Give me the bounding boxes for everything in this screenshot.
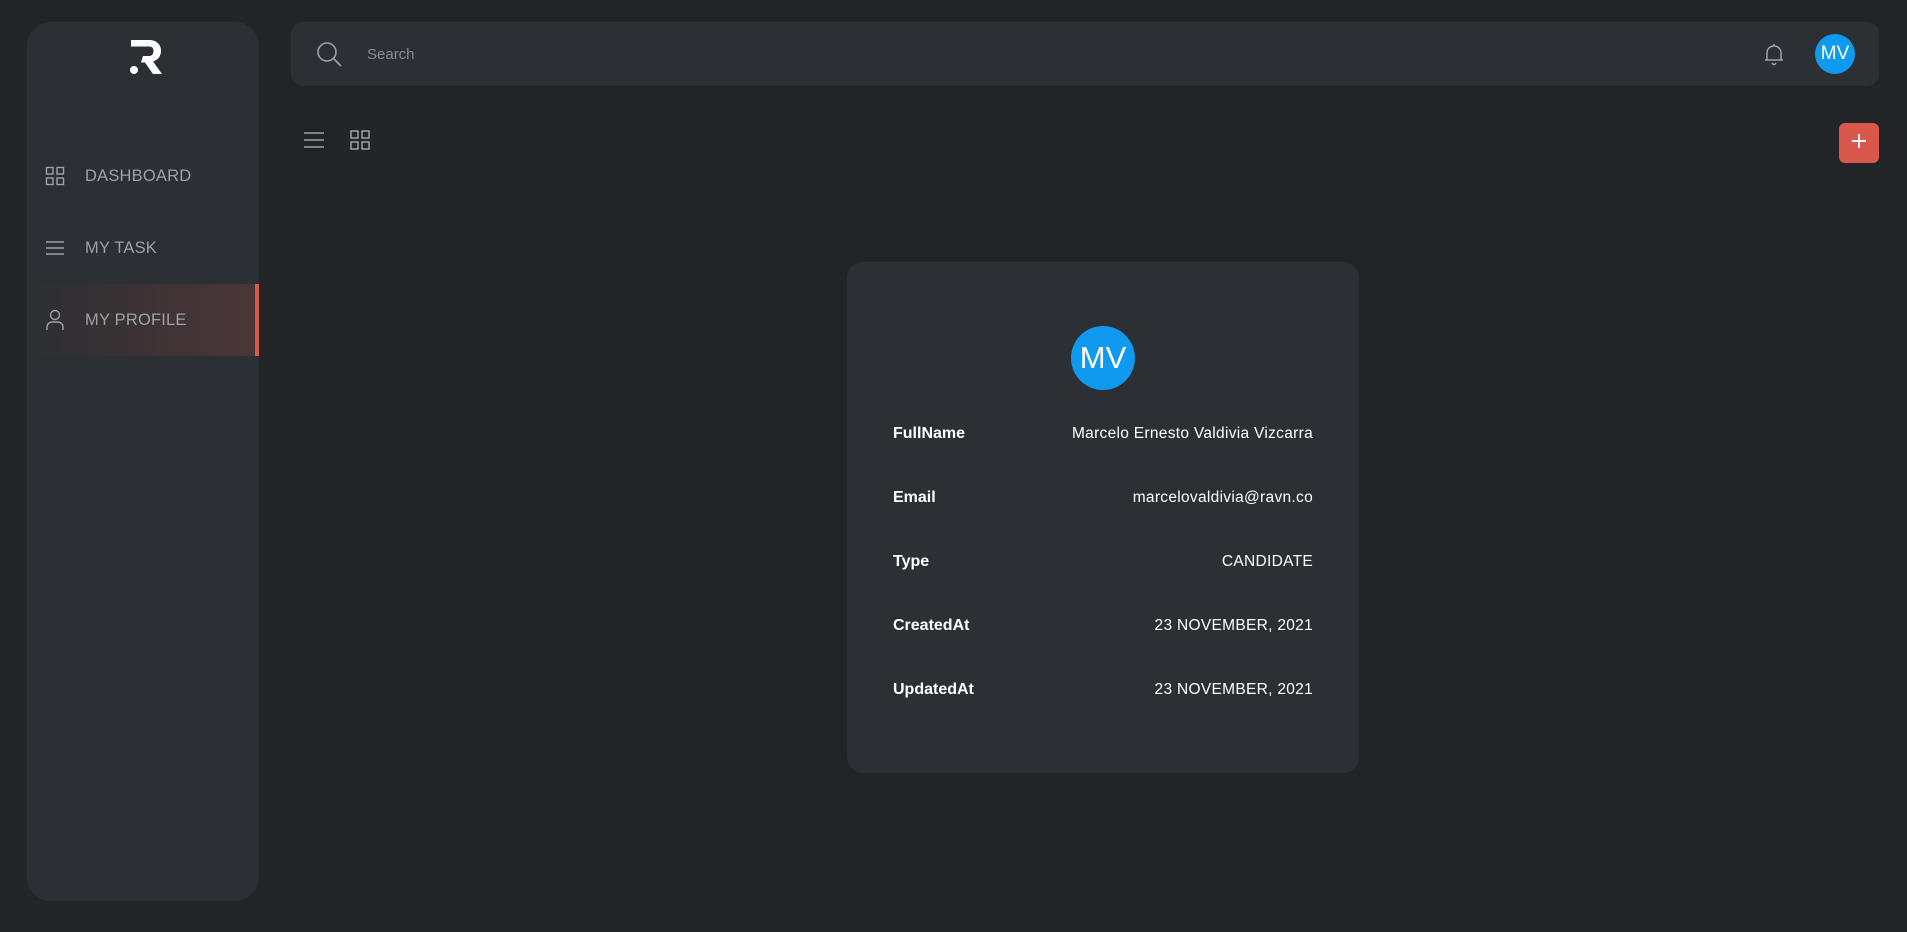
user-icon xyxy=(43,308,67,332)
field-value: 23 NOVEMBER, 2021 xyxy=(1154,681,1313,698)
sidebar: DASHBOARD MY TASK MY PROFILE xyxy=(27,22,259,901)
profile-row-created-at: CreatedAt 23 NOVEMBER, 2021 xyxy=(893,614,1313,638)
sidebar-item-label: MY TASK xyxy=(85,238,158,257)
avatar[interactable]: MV xyxy=(1815,34,1855,74)
search-input[interactable] xyxy=(367,38,1667,70)
profile-row-type: Type CANDIDATE xyxy=(893,550,1313,574)
field-value: 23 NOVEMBER, 2021 xyxy=(1154,617,1313,634)
profile-card: MV FullName Marcelo Ernesto Valdivia Viz… xyxy=(847,262,1359,773)
grid-icon xyxy=(43,164,67,188)
profile-row-fullname: FullName Marcelo Ernesto Valdivia Vizcar… xyxy=(893,422,1313,446)
search-icon xyxy=(315,40,343,68)
list-icon xyxy=(43,236,67,260)
top-bar: MV xyxy=(291,22,1879,86)
field-label: Type xyxy=(893,553,930,570)
field-label: FullName xyxy=(893,425,966,442)
field-value: Marcelo Ernesto Valdivia Vizcarra xyxy=(1071,425,1313,442)
sidebar-item-my-task[interactable]: MY TASK xyxy=(27,212,259,284)
bell-icon[interactable] xyxy=(1762,42,1786,66)
add-button[interactable] xyxy=(1839,123,1879,163)
sidebar-item-dashboard[interactable]: DASHBOARD xyxy=(27,140,259,212)
profile-row-updated-at: UpdatedAt 23 NOVEMBER, 2021 xyxy=(893,678,1313,702)
logo-icon xyxy=(130,40,162,74)
plus-icon xyxy=(1850,132,1868,155)
profile-row-email: Email marcelovaldivia@ravn.co xyxy=(893,486,1313,510)
field-label: CreatedAt xyxy=(893,617,970,634)
sidebar-item-my-profile[interactable]: MY PROFILE xyxy=(27,284,259,356)
profile-avatar: MV xyxy=(1071,326,1135,390)
list-view-icon[interactable] xyxy=(301,127,327,153)
field-label: UpdatedAt xyxy=(893,681,974,698)
ravn-logo[interactable] xyxy=(123,36,167,80)
sidebar-item-label: MY PROFILE xyxy=(85,310,187,329)
grid-view-icon[interactable] xyxy=(347,127,373,153)
field-value: marcelovaldivia@ravn.co xyxy=(1132,489,1313,506)
sidebar-item-label: DASHBOARD xyxy=(85,166,192,185)
field-value: CANDIDATE xyxy=(1221,553,1313,570)
field-label: Email xyxy=(893,489,936,506)
